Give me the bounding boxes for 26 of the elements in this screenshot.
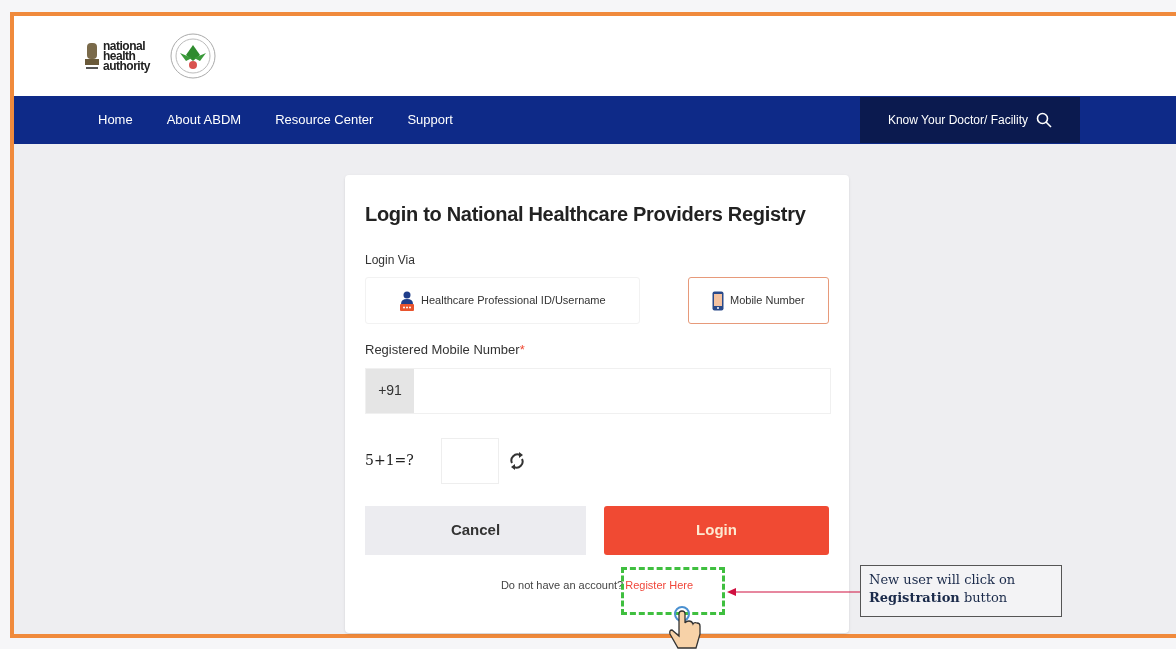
phone-icon	[712, 290, 725, 311]
login-via-label: Login Via	[365, 252, 416, 269]
register-prompt: Do not have an account?	[500, 577, 624, 593]
nav-link[interactable]: Resource Center	[275, 110, 374, 130]
annotation-callout: New user will click on Registration button	[860, 565, 1062, 617]
country-code: +91	[366, 368, 414, 413]
mobile-number-label: Registered Mobile Number*	[365, 341, 526, 359]
login-option-tab[interactable]: Healthcare Professional ID/Username	[365, 277, 640, 324]
search-button[interactable]: Know Your Doctor/ Facility	[859, 97, 1080, 143]
mobile-number-field[interactable]: +91	[365, 367, 831, 414]
nav-link[interactable]: About ABDM	[166, 110, 242, 130]
cancel-button[interactable]: Cancel	[365, 505, 586, 555]
logo-text: national	[103, 41, 146, 51]
user-icon	[399, 290, 415, 311]
nav-link[interactable]: Home	[98, 110, 133, 130]
logo-text: authority	[103, 61, 150, 71]
logo-icon	[167, 31, 218, 81]
search-icon	[1036, 112, 1052, 128]
nav-link[interactable]: Support	[407, 110, 453, 130]
emblem-icon	[84, 41, 100, 71]
login-option-tab[interactable]: Mobile Number	[687, 277, 829, 324]
register-link[interactable]: Register Here	[625, 576, 694, 593]
form-title: Login to National Healthcare Providers Registry	[365, 202, 807, 227]
refresh-icon[interactable]	[509, 450, 525, 471]
logo-text: health	[103, 51, 136, 61]
captcha-text: 5+1=?	[365, 451, 415, 470]
